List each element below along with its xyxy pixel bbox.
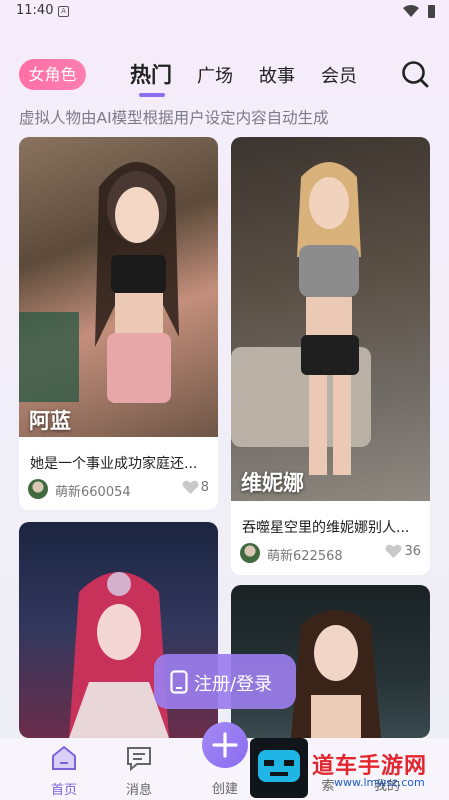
top-nav: 女角色 热门 广场 故事 会员 bbox=[0, 55, 449, 97]
nav-home-label: 首页 bbox=[50, 783, 77, 798]
tab-active-indicator bbox=[139, 93, 165, 97]
wifi-icon bbox=[403, 5, 419, 17]
like-count-text: 36 bbox=[404, 544, 421, 559]
plus-icon bbox=[212, 732, 238, 758]
status-bar: 11:40 A bbox=[0, 0, 449, 24]
watermark-logo bbox=[250, 738, 308, 798]
avatar bbox=[240, 543, 260, 563]
category-pill[interactable]: 女角色 bbox=[19, 59, 86, 90]
card-meta: 萌新622568 36 bbox=[240, 543, 421, 565]
character-image: 维妮娜 bbox=[231, 137, 430, 501]
like-count[interactable]: 36 bbox=[385, 544, 421, 559]
nav-messages[interactable]: 消息 bbox=[114, 744, 164, 798]
nav-messages-label: 消息 bbox=[125, 783, 152, 798]
home-icon bbox=[52, 745, 76, 770]
phone-icon bbox=[170, 670, 188, 694]
create-button[interactable] bbox=[202, 722, 248, 768]
login-button-label: 注册/登录 bbox=[194, 674, 273, 695]
card-meta: 萌新660054 8 bbox=[28, 479, 209, 501]
heart-icon bbox=[182, 480, 199, 494]
character-name: 阿蓝 bbox=[29, 409, 71, 433]
user-name: 萌新622568 bbox=[267, 549, 343, 564]
character-image: 阿蓝 bbox=[19, 137, 218, 437]
like-count-text: 8 bbox=[200, 480, 209, 495]
user-name: 萌新660054 bbox=[55, 485, 131, 500]
heart-icon bbox=[385, 544, 402, 558]
search-icon[interactable] bbox=[401, 60, 429, 88]
character-name: 维妮娜 bbox=[241, 471, 304, 495]
battery-icon bbox=[428, 5, 435, 18]
nav-home[interactable]: 首页 bbox=[39, 744, 89, 798]
login-button[interactable]: 注册/登录 bbox=[154, 654, 296, 709]
disclaimer-text: 虚拟人物由AI模型根据用户设定内容自动生成 bbox=[19, 109, 329, 127]
status-time: 11:40 bbox=[16, 3, 54, 18]
character-desc: 她是一个事业成功家庭还... bbox=[30, 456, 198, 472]
tab-vip[interactable]: 会员 bbox=[321, 62, 357, 88]
watermark-url: www.lmwsz.com bbox=[334, 776, 425, 789]
message-icon bbox=[127, 747, 151, 772]
character-card[interactable]: 阿蓝 她是一个事业成功家庭还... 萌新660054 8 bbox=[19, 137, 218, 510]
create-label: 创建 bbox=[211, 782, 238, 797]
notification-icon: A bbox=[58, 6, 69, 17]
tab-story[interactable]: 故事 bbox=[259, 62, 295, 88]
avatar bbox=[28, 479, 48, 499]
like-count[interactable]: 8 bbox=[182, 480, 209, 495]
tab-square[interactable]: 广场 bbox=[197, 62, 233, 88]
character-desc: 吞噬星空里的维妮娜别人... bbox=[242, 520, 410, 536]
tab-hot[interactable]: 热门 bbox=[130, 59, 172, 89]
character-card[interactable]: 维妮娜 吞噬星空里的维妮娜别人... 萌新622568 36 bbox=[231, 137, 430, 575]
